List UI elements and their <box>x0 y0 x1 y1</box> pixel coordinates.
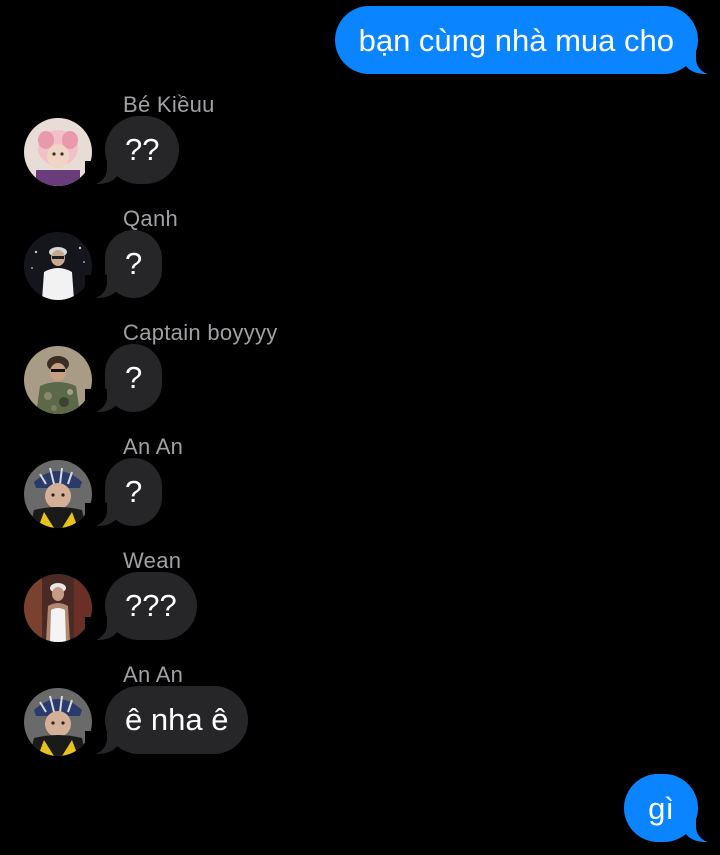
incoming-message-text: ?? <box>125 132 160 167</box>
outgoing-message-bubble[interactable]: gì <box>624 774 720 843</box>
incoming-message-bubble[interactable]: ?? <box>84 116 180 185</box>
sender-name: An An <box>123 434 184 459</box>
outgoing-message-bubble[interactable]: bạn cùng nhà mua cho <box>334 6 720 75</box>
incoming-message-text: ? <box>125 474 143 509</box>
incoming-message-text: ? <box>125 246 143 281</box>
avatar-bandana-yellow-icon[interactable] <box>24 460 92 528</box>
sender-name: An An <box>123 662 184 687</box>
sender-name: Captain boyyyy <box>123 320 278 345</box>
sender-name: Qanh <box>123 206 179 231</box>
incoming-message-bubble[interactable]: ê nha ê <box>84 686 249 755</box>
outgoing-message-text: bạn cùng nhà mua cho <box>358 22 674 58</box>
avatar-pink-hair-icon[interactable] <box>24 118 92 186</box>
outgoing-message-text: gì <box>648 790 674 826</box>
incoming-message-bubble[interactable]: ? <box>84 230 163 299</box>
avatar-bandana-yellow-icon[interactable] <box>24 688 92 756</box>
avatar-camo-jacket-icon[interactable] <box>24 346 92 414</box>
incoming-message-text: ê nha ê <box>125 702 229 737</box>
incoming-message-bubble[interactable]: ??? <box>85 572 197 641</box>
incoming-message-bubble[interactable]: ? <box>84 458 163 527</box>
sender-name: Wean <box>123 548 182 573</box>
incoming-message-bubble[interactable]: ? <box>84 344 163 413</box>
avatar-white-shirt-icon[interactable] <box>24 232 92 300</box>
sender-name: Bé Kiềuu <box>123 92 215 117</box>
avatar-tank-top-icon[interactable] <box>24 574 92 642</box>
incoming-message-text: ? <box>125 360 143 395</box>
incoming-message-text: ??? <box>125 588 177 623</box>
chat-thread[interactable]: bạn cùng nhà mua cho Bé Kiềuu ?? Qanh ? … <box>0 0 720 855</box>
